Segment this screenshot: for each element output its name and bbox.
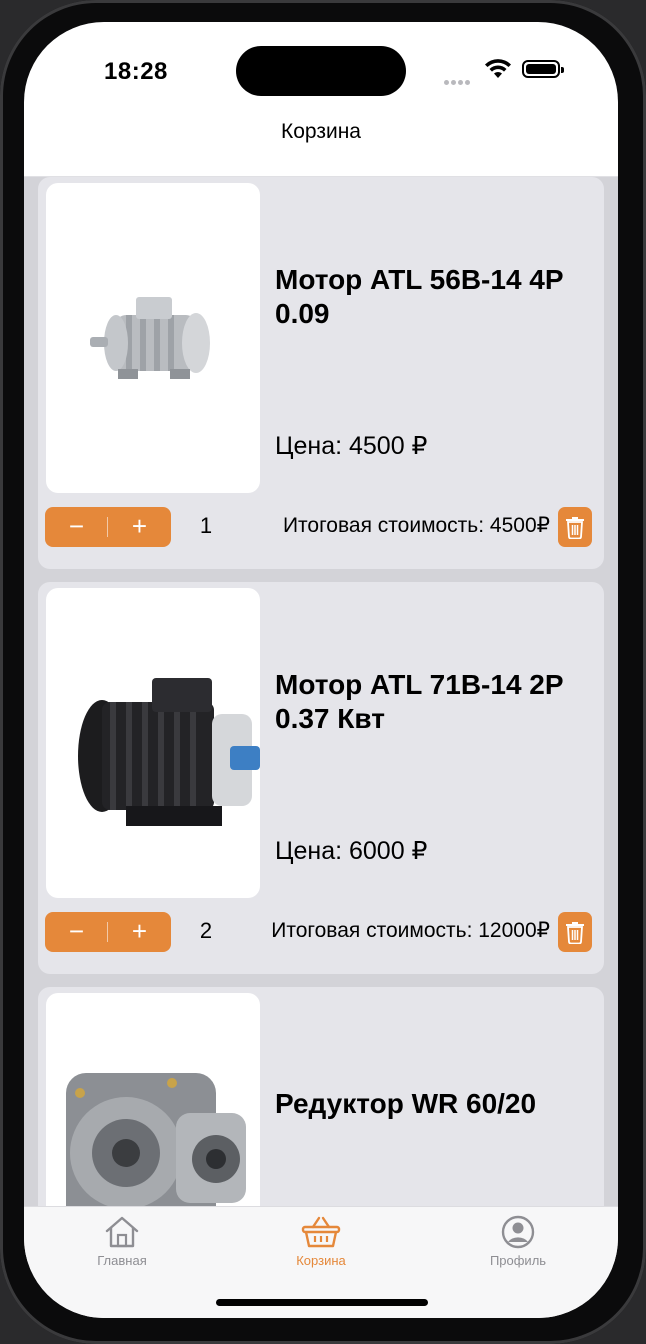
quantity-value: 1 (199, 513, 213, 538)
cart-item: Мотор ATL 56B-14 4P 0.09 Цена: 4500 ₽ − … (38, 177, 604, 569)
basket-icon (301, 1216, 341, 1248)
cart-list[interactable]: Мотор ATL 56B-14 4P 0.09 Цена: 4500 ₽ − … (24, 177, 618, 1207)
product-image-electric-motor-black (46, 588, 260, 898)
wifi-icon (484, 58, 512, 85)
trash-icon (566, 517, 584, 539)
product-name: Мотор ATL 56B-14 4P 0.09 (275, 264, 564, 329)
product-image-worm-gear-reducer (46, 993, 260, 1207)
profile-icon (501, 1215, 535, 1249)
tab-home-label: Главная (97, 1253, 147, 1268)
product-image-electric-motor-gray (46, 183, 260, 493)
home-icon (105, 1216, 139, 1248)
tab-profile-label: Профиль (489, 1253, 547, 1268)
cart-item: Мотор ATL 71B-14 2P 0.37 Квт Цена: 6000 … (38, 582, 604, 974)
home-indicator (216, 1299, 428, 1306)
device-frame: 18:28 Корзина Мотор ATL 56B-14 4P 0.09 Ц… (0, 0, 646, 1344)
decrease-button[interactable]: − (45, 912, 108, 952)
quantity-value: 2 (199, 918, 213, 943)
quantity-stepper: − + (45, 912, 171, 952)
delete-button[interactable] (558, 507, 592, 547)
tab-cart[interactable]: Корзина (261, 1215, 381, 1268)
app-screen: 18:28 Корзина Мотор ATL 56B-14 4P 0.09 Ц… (24, 22, 618, 1318)
tab-profile[interactable]: Профиль (458, 1215, 578, 1268)
battery-icon (522, 60, 564, 78)
increase-button[interactable]: + (108, 507, 171, 547)
cart-item: Редуктор WR 60/20 (38, 987, 604, 1207)
cellular-signal-icon (444, 72, 472, 90)
page-title: Корзина (281, 120, 361, 143)
dynamic-island (236, 46, 406, 96)
tab-cart-label: Корзина (296, 1253, 346, 1268)
product-price: Цена: 4500 ₽ (275, 432, 428, 460)
product-name: Редуктор WR 60/20 (275, 1088, 537, 1119)
quantity-stepper: − + (45, 507, 171, 547)
product-price: Цена: 6000 ₽ (275, 837, 428, 865)
decrease-button[interactable]: − (45, 507, 108, 547)
tab-home[interactable]: Главная (62, 1215, 182, 1268)
delete-button[interactable] (558, 912, 592, 952)
increase-button[interactable]: + (108, 912, 171, 952)
item-total: Итоговая стоимость: 4500₽ (282, 514, 550, 537)
status-bar: 18:28 (24, 22, 618, 122)
product-name: Мотор ATL 71B-14 2P 0.37 Квт (275, 669, 564, 734)
trash-icon (566, 922, 584, 944)
status-time: 18:28 (104, 58, 168, 85)
item-total: Итоговая стоимость: 12000₽ (271, 919, 550, 942)
